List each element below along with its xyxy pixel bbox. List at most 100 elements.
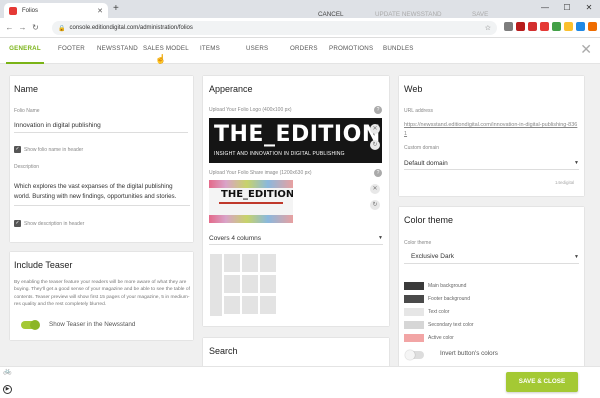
play-icon[interactable]: ▶	[3, 385, 12, 394]
tab-users[interactable]: USERS	[246, 38, 268, 64]
chevron-down-icon: ▼	[574, 160, 579, 166]
color-theme-card	[399, 207, 584, 367]
chevron-down-icon: ▼	[378, 235, 383, 241]
teaser-description: By enabling the teaser feature your read…	[14, 280, 190, 308]
pdf-icon[interactable]	[528, 22, 537, 31]
secondary-text-color-swatch[interactable]	[404, 321, 424, 329]
extension-icon[interactable]	[540, 22, 549, 31]
active-color-label: Active color	[428, 335, 454, 341]
checkbox-checked-icon[interactable]: ✓	[14, 220, 21, 227]
update-newsstand-button[interactable]: UPDATE NEWSSTAND	[375, 11, 442, 18]
browser-tab-title: Folios	[22, 7, 39, 14]
save-button[interactable]: SAVE	[472, 11, 488, 18]
forward-icon[interactable]: →	[16, 23, 29, 32]
folio-tabs: GENERAL FOOTER NEWSSTAND SALES MODEL ITE…	[0, 38, 600, 64]
remove-share-image-icon[interactable]: ✕	[370, 184, 380, 194]
description-textarea[interactable]: Which explores the vast expanses of the …	[14, 182, 190, 206]
reload-icon[interactable]: ↻	[29, 23, 42, 32]
show-description-label: Show description in header	[24, 220, 85, 227]
tab-orders[interactable]: ORDERS	[290, 38, 318, 64]
maximize-icon[interactable]: ☐	[556, 0, 578, 16]
footer-background-label: Footer background	[428, 296, 470, 302]
text-color-swatch[interactable]	[404, 308, 424, 316]
bicycle-icon[interactable]: 🚲	[3, 367, 13, 377]
tab-promotions[interactable]: PROMOTIONS	[329, 38, 373, 64]
minimize-icon[interactable]: —	[534, 0, 556, 16]
logo-wordmark: THE_EDITION	[214, 122, 381, 147]
remove-logo-icon[interactable]: ✕	[370, 124, 380, 134]
url-address-label: URL address	[404, 108, 433, 114]
custom-domain-value: Default domain	[404, 159, 448, 167]
domain-hint: 14edigital	[555, 180, 575, 185]
custom-domain-label: Custom domain	[404, 145, 440, 151]
toggle-knob	[30, 320, 40, 330]
teaser-card-title: Include Teaser	[14, 260, 73, 270]
share-image-wordmark: THE_EDITION	[221, 189, 293, 200]
browser-tabstrip: Folios ✕ + — ☐ ✕	[0, 0, 600, 18]
color-theme-card-title: Color theme	[404, 215, 454, 225]
extension-icon[interactable]	[588, 22, 597, 31]
help-icon[interactable]: ?	[374, 169, 382, 177]
color-theme-select[interactable]: Exclusive Dark ▼	[404, 250, 579, 264]
invert-colors-toggle[interactable]	[405, 350, 424, 360]
show-name-checkbox-row[interactable]: ✓ Show folio name in header	[14, 146, 83, 153]
columns-select-value: Covers 4 columns	[209, 234, 262, 242]
description-label: Description	[14, 164, 40, 170]
teaser-toggle[interactable]	[21, 320, 40, 330]
invert-colors-label: Invert button's colors	[440, 350, 498, 357]
browser-tab[interactable]: Folios ✕	[4, 3, 108, 18]
window-controls: — ☐ ✕	[534, 0, 600, 16]
footer-background-swatch[interactable]	[404, 295, 424, 303]
folio-logo-image[interactable]: THE_EDITION INSIGHT AND INNOVATION IN DI…	[209, 118, 382, 163]
extension-icon[interactable]	[552, 22, 561, 31]
text-color-label: Text color	[428, 309, 450, 315]
show-description-checkbox-row[interactable]: ✓ Show description in header	[14, 220, 84, 227]
toggle-knob	[405, 350, 415, 360]
tab-footer[interactable]: FOOTER	[58, 38, 85, 64]
columns-select[interactable]: Covers 4 columns ▼	[209, 232, 383, 245]
cancel-button[interactable]: CANCEL	[318, 11, 344, 18]
url-address-link[interactable]: https://newsstand.editiondigital.com/inn…	[404, 121, 579, 139]
logo-tagline: INSIGHT AND INNOVATION IN DIGITAL PUBLIS…	[214, 151, 345, 157]
column-layout-preview	[210, 254, 290, 316]
replace-share-image-icon[interactable]: ↻	[370, 200, 380, 210]
new-tab-button[interactable]: +	[113, 3, 119, 14]
replace-logo-icon[interactable]: ↻	[370, 140, 380, 150]
secondary-text-color-label: Secondary text color	[428, 322, 474, 328]
color-theme-value: Exclusive Dark	[411, 253, 454, 260]
web-card-title: Web	[404, 84, 423, 94]
close-panel-icon[interactable]: ✕	[580, 42, 592, 56]
close-tab-icon[interactable]: ✕	[97, 7, 103, 15]
extension-icon[interactable]	[504, 22, 513, 31]
show-name-label: Show folio name in header	[24, 146, 84, 153]
extension-icon[interactable]	[576, 22, 585, 31]
main-background-swatch[interactable]	[404, 282, 424, 290]
extension-icons: ⋮	[504, 22, 600, 31]
help-icon[interactable]: ?	[374, 106, 382, 114]
chevron-down-icon: ▼	[574, 253, 579, 260]
custom-domain-select[interactable]: Default domain ▼	[404, 157, 579, 170]
bookmark-star-icon[interactable]: ☆	[485, 24, 491, 32]
color-theme-label: Color theme	[404, 240, 432, 246]
favicon-icon	[9, 6, 17, 15]
logo-upload-label: Upload Your Folio Logo (400x100 px)	[209, 107, 292, 113]
save-and-close-button[interactable]: SAVE & CLOSE	[506, 372, 578, 392]
share-image[interactable]: THE_EDITION	[209, 180, 293, 223]
checkbox-checked-icon[interactable]: ✓	[14, 146, 21, 153]
back-icon[interactable]: ←	[3, 23, 16, 32]
tab-general[interactable]: GENERAL	[6, 38, 44, 64]
close-window-icon[interactable]: ✕	[578, 0, 600, 16]
extension-icon[interactable]	[564, 22, 573, 31]
tab-items[interactable]: ITEMS	[200, 38, 220, 64]
name-card	[10, 76, 193, 242]
share-image-label: Upload Your Folio Share image (1200x630 …	[209, 170, 312, 176]
extension-icon[interactable]	[516, 22, 525, 31]
teaser-toggle-label: Show Teaser in the Newsstand	[49, 321, 136, 328]
tab-bundles[interactable]: BUNDLES	[383, 38, 414, 64]
address-bar[interactable]: 🔒 console.editiondigital.com/administrat…	[52, 21, 497, 35]
main-background-label: Main background	[428, 283, 467, 289]
active-color-swatch[interactable]	[404, 334, 424, 342]
folio-name-input[interactable]: Innovation in digital publishing	[14, 122, 188, 133]
lock-icon: 🔒	[58, 25, 66, 32]
tab-newsstand[interactable]: NEWSSTAND	[97, 38, 138, 64]
